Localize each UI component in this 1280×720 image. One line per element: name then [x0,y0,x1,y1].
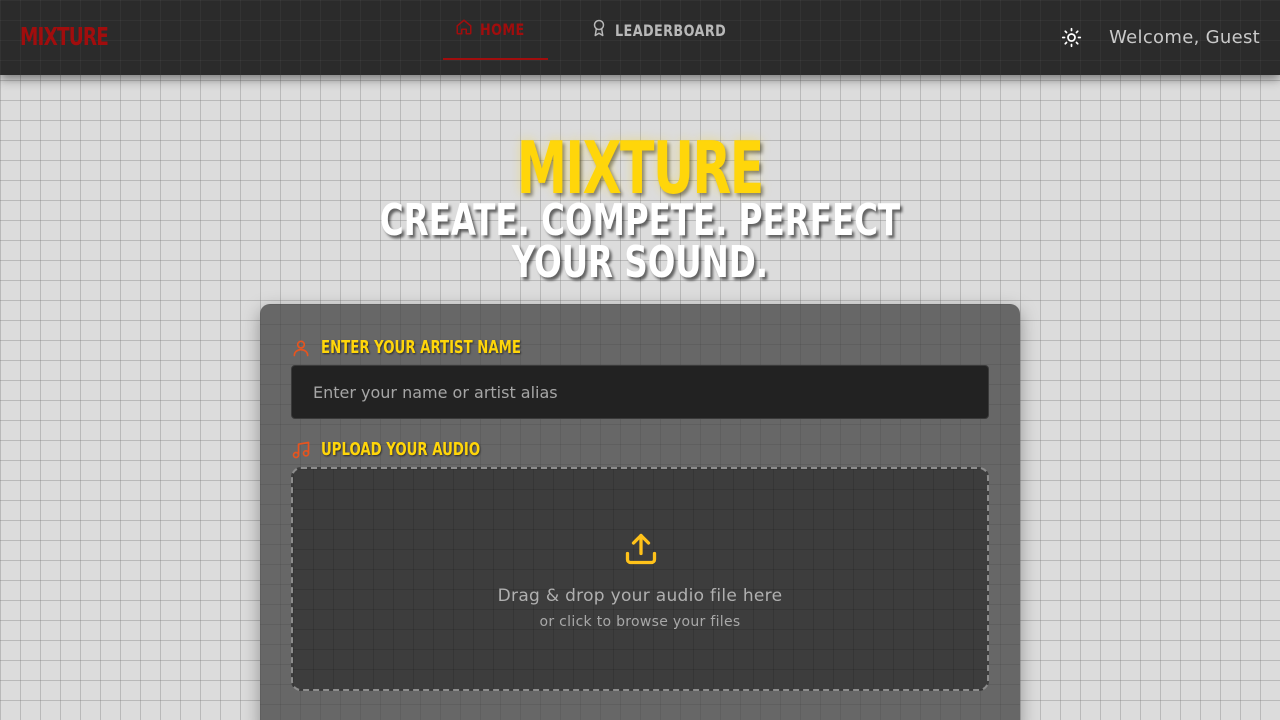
sun-icon [1061,27,1082,48]
nav-leaderboard-link[interactable]: LEADERBOARD [578,0,766,60]
home-icon [455,18,473,40]
dropzone-title: Drag & drop your audio file here [497,586,783,606]
audio-upload-label-text: UPLOAD YOUR AUDIO [321,439,481,460]
nav-home-label: HOME [480,19,525,39]
award-icon [590,19,608,41]
navbar: MIXTURE HOME LEADERBOARD Welcome, Guest [0,0,1280,75]
user-icon [293,340,309,356]
audio-upload-label: UPLOAD YOUR AUDIO [291,439,515,460]
submission-card: ENTER YOUR ARTIST NAME UPLOAD YOUR AUDIO… [260,304,1020,720]
nav-leaderboard-label: LEADERBOARD [614,20,726,40]
brand-logo[interactable]: MIXTURE [20,22,109,51]
hero-tagline: CREATE. COMPETE. PERFECT YOUR SOUND. [310,195,970,288]
artist-name-input[interactable] [291,365,989,419]
welcome-text: Welcome, Guest [1109,27,1260,48]
theme-toggle-button[interactable] [1061,27,1082,48]
music-note-icon [292,441,310,458]
hero-tagline-text: CREATE. COMPETE. PERFECT YOUR SOUND. [379,195,901,288]
nav-home-link[interactable]: HOME [443,0,548,60]
audio-dropzone[interactable]: Drag & drop your audio file here or clic… [291,467,989,691]
dropzone-subtitle: or click to browse your files [539,614,741,630]
artist-name-label-text: ENTER YOUR ARTIST NAME [321,337,521,358]
upload-icon [625,533,657,565]
artist-name-label: ENTER YOUR ARTIST NAME [291,337,565,358]
nav-links: HOME LEADERBOARD [443,0,766,75]
